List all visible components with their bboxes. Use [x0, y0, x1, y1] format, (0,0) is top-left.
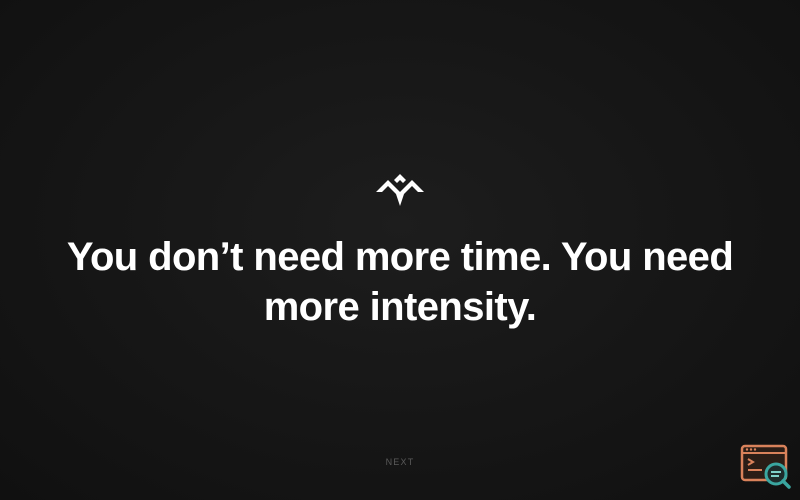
next-button[interactable]: NEXT: [370, 452, 430, 472]
mountain-logo-icon: [376, 168, 424, 208]
screen-search-icon[interactable]: [740, 444, 792, 490]
headline: You don’t need more time. You need more …: [66, 235, 734, 329]
onboarding-screen: You don’t need more time. You need more …: [0, 0, 800, 500]
